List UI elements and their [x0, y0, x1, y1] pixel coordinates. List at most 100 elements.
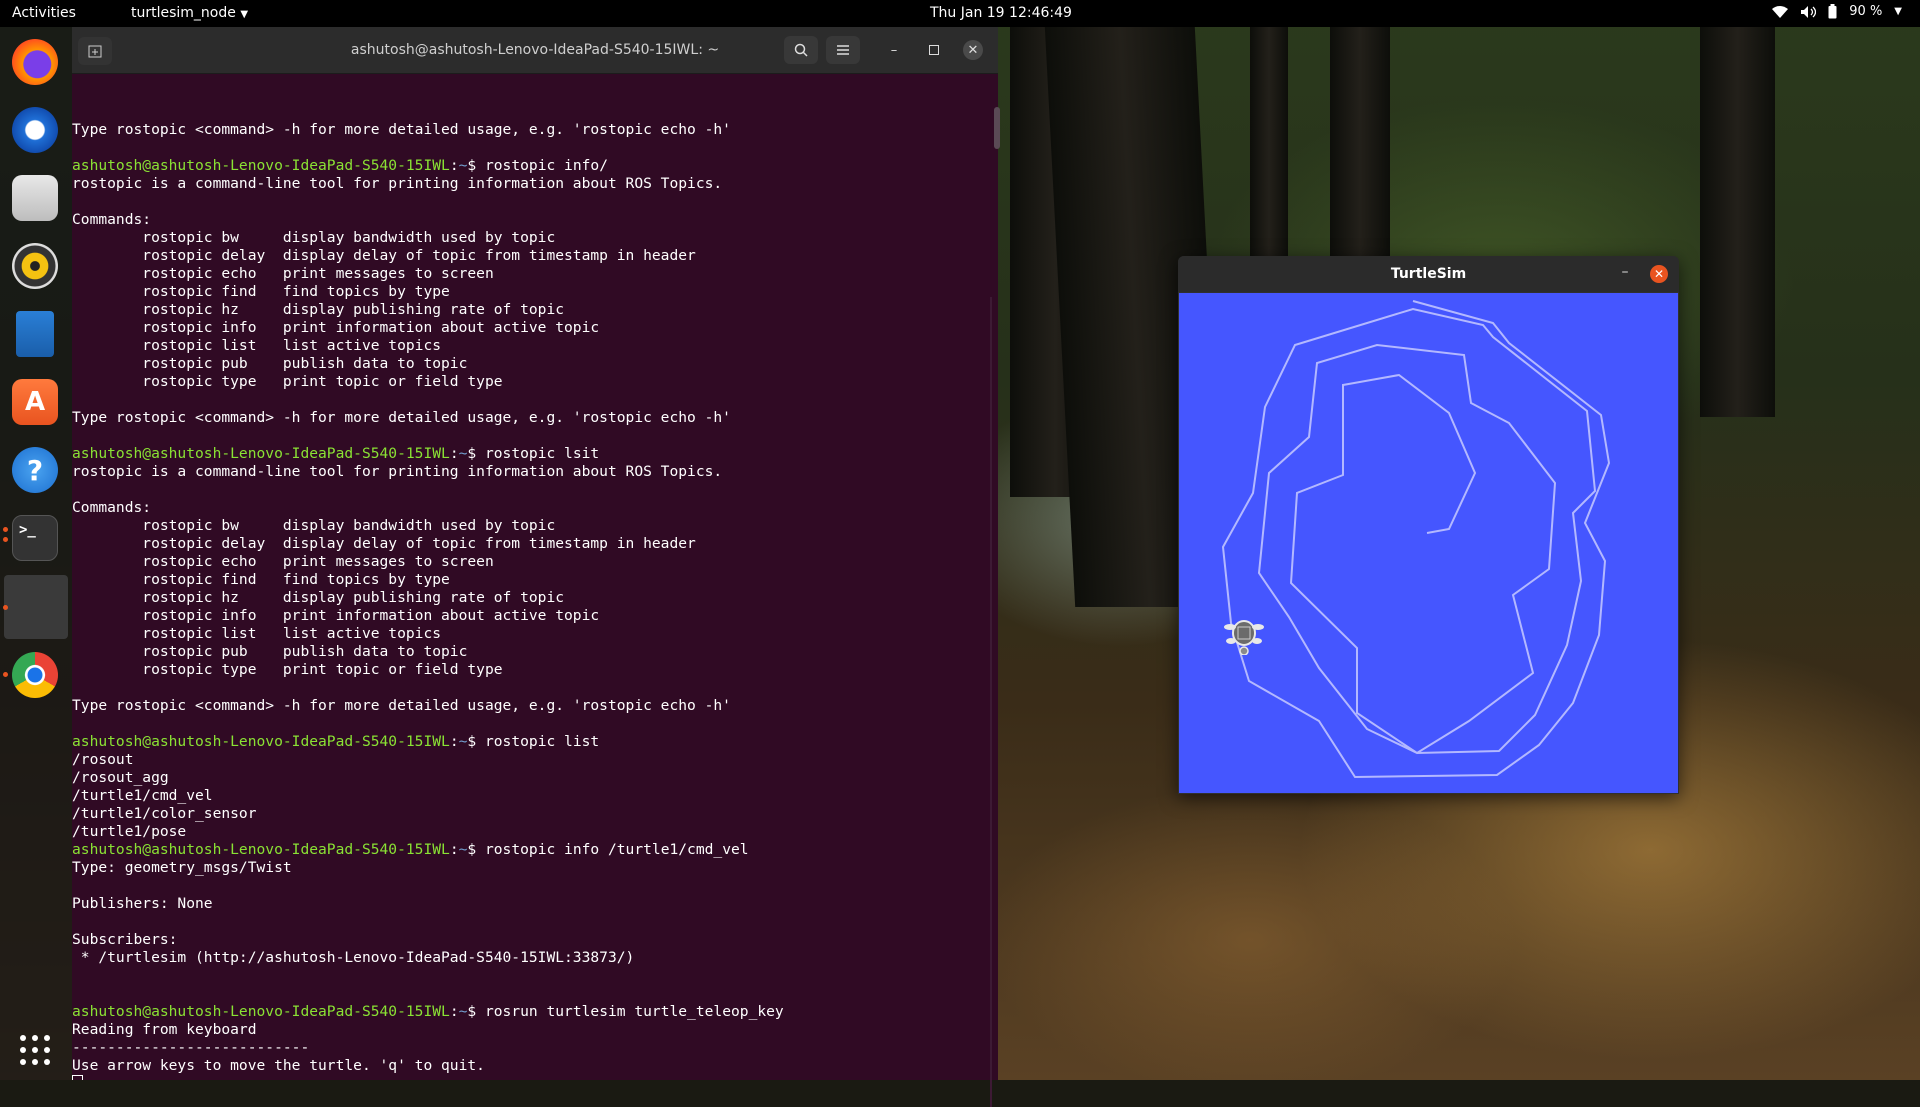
close-icon: ✕: [1653, 267, 1665, 281]
prompt-command: $ rostopic lsit: [467, 445, 600, 462]
prompt-user: ashutosh@ashutosh-Lenovo-IdeaPad-S540-15…: [72, 733, 450, 750]
terminal-output-line: rostopic echo print messages to screen: [72, 265, 494, 282]
terminal-output[interactable]: Type rostopic <command> -h for more deta…: [72, 73, 990, 1080]
terminal-output-line: * /turtlesim (http://ashutosh-Lenovo-Ide…: [72, 949, 635, 966]
terminal-output-line: Subscribers:: [72, 931, 187, 948]
writer-icon[interactable]: [16, 311, 54, 357]
terminal-output-line: /turtle1/pose: [72, 823, 187, 840]
terminal-output-line: /turtle1/color_sensor: [72, 805, 257, 822]
terminal-output-line: rostopic bw display bandwidth used by to…: [72, 517, 556, 534]
terminal-output-line: Commands:: [72, 211, 152, 228]
terminal-output-line: rostopic find find topics by type: [72, 571, 450, 588]
terminal-output-line: rostopic hz display publishing rate of t…: [72, 589, 565, 606]
terminal-output-line: rostopic info print information about ac…: [72, 607, 600, 624]
chevron-down-icon: ▼: [1894, 6, 1902, 17]
terminal-header-bar[interactable]: ashutosh@ashutosh-Lenovo-IdeaPad-S540-15…: [72, 27, 998, 74]
firefox-icon[interactable]: [12, 39, 58, 85]
terminal-output-line: Use arrow keys to move the turtle. 'q' t…: [72, 1057, 485, 1074]
prompt-user: ashutosh@ashutosh-Lenovo-IdeaPad-S540-15…: [72, 841, 450, 858]
terminal-output-line: Publishers: None: [72, 895, 213, 912]
search-button[interactable]: [784, 36, 818, 64]
terminal-output-line: Type rostopic <command> -h for more deta…: [72, 121, 731, 138]
scrollbar-track[interactable]: [990, 297, 992, 1107]
turtlesim-close-button[interactable]: ✕: [1650, 265, 1668, 283]
terminal-prompt-line: ashutosh@ashutosh-Lenovo-IdeaPad-S540-15…: [72, 733, 784, 751]
prompt-colon: :: [449, 733, 459, 750]
prompt-colon: :: [449, 157, 459, 174]
battery-percentage: 90 %: [1849, 4, 1883, 19]
activities-button[interactable]: Activities: [12, 5, 76, 21]
prompt-user: ashutosh@ashutosh-Lenovo-IdeaPad-S540-15…: [72, 445, 450, 462]
prompt-command: $ rostopic info /turtle1/cmd_vel: [467, 841, 749, 858]
prompt-colon: :: [449, 445, 459, 462]
app-menu[interactable]: turtlesim_node ▼: [131, 5, 248, 21]
maximize-icon: [929, 45, 939, 55]
files-icon[interactable]: [12, 175, 58, 221]
terminal-window[interactable]: ashutosh@ashutosh-Lenovo-IdeaPad-S540-15…: [72, 27, 1000, 1107]
chrome-icon[interactable]: [12, 652, 58, 698]
running-indicator: [3, 605, 8, 610]
turtlesim-window[interactable]: TurtleSim – ✕: [1178, 256, 1679, 794]
turtlesim-title: TurtleSim: [1390, 266, 1467, 282]
turtlesim-header-bar[interactable]: TurtleSim – ✕: [1178, 256, 1679, 292]
terminal-output-line: rostopic delay display delay of topic fr…: [72, 247, 696, 264]
thunderbird-icon[interactable]: [12, 107, 58, 153]
terminal-output-line: Type: geometry_msgs/Twist: [72, 859, 292, 876]
terminal-output-line: rostopic pub publish data to topic: [72, 643, 468, 660]
terminal-output-line: /turtle1/cmd_vel: [72, 787, 213, 804]
menu-button[interactable]: [826, 36, 860, 64]
show-apps-icon[interactable]: [12, 1027, 58, 1073]
help-icon[interactable]: ?: [12, 447, 58, 493]
terminal-output-line: rostopic type print topic or field type: [72, 661, 503, 678]
terminal-prompt-line: ashutosh@ashutosh-Lenovo-IdeaPad-S540-15…: [72, 157, 784, 175]
scrollbar-thumb[interactable]: [994, 107, 1000, 149]
close-button[interactable]: ✕: [963, 40, 983, 60]
prompt-command: $ rostopic info/: [467, 157, 608, 174]
terminal-output-line: rostopic info print information about ac…: [72, 319, 600, 336]
terminal-icon[interactable]: >_: [12, 515, 58, 561]
turtlesim-minimize-button[interactable]: –: [1615, 264, 1635, 284]
terminal-output-line: rostopic find find topics by type: [72, 283, 450, 300]
maximize-button[interactable]: [924, 40, 944, 60]
running-indicator: [3, 527, 8, 532]
window-preview-icon[interactable]: [4, 575, 68, 639]
prompt-colon: :: [449, 841, 459, 858]
turtlesim-canvas[interactable]: [1179, 293, 1678, 793]
terminal-output-line: rostopic bw display bandwidth used by to…: [72, 229, 556, 246]
rhythmbox-icon[interactable]: [12, 243, 58, 289]
chevron-down-icon: ▼: [240, 9, 249, 20]
system-status-area[interactable]: 90 % ▼: [1772, 4, 1902, 19]
wifi-icon: [1772, 5, 1789, 18]
minimize-icon: –: [1621, 264, 1629, 280]
dock: A ? >_: [0, 27, 72, 1080]
terminal-lines: Type rostopic <command> -h for more deta…: [72, 121, 784, 1080]
top-bar: Activities turtlesim_node ▼ Thu Jan 19 1…: [0, 0, 1920, 27]
app-center-icon[interactable]: A: [12, 379, 58, 425]
terminal-output-line: rostopic delay display delay of topic fr…: [72, 535, 696, 552]
clock[interactable]: Thu Jan 19 12:46:49: [930, 5, 1072, 21]
terminal-output-line: rostopic type print topic or field type: [72, 373, 503, 390]
close-icon: ✕: [967, 42, 979, 58]
terminal-prompt-line: ashutosh@ashutosh-Lenovo-IdeaPad-S540-15…: [72, 841, 784, 859]
tree-trunk: [1700, 27, 1775, 417]
terminal-output-line: rostopic pub publish data to topic: [72, 355, 468, 372]
running-indicator: [3, 672, 8, 677]
terminal-output-line: /rosout: [72, 751, 134, 768]
prompt-user: ashutosh@ashutosh-Lenovo-IdeaPad-S540-15…: [72, 157, 450, 174]
terminal-prompt-line: ashutosh@ashutosh-Lenovo-IdeaPad-S540-15…: [72, 445, 784, 463]
terminal-prompt-line: ashutosh@ashutosh-Lenovo-IdeaPad-S540-15…: [72, 1003, 784, 1021]
prompt-colon: :: [449, 1003, 459, 1020]
grid-icon: [20, 1035, 50, 1065]
minimize-button[interactable]: –: [884, 40, 904, 60]
terminal-output-line: rostopic echo print messages to screen: [72, 553, 494, 570]
